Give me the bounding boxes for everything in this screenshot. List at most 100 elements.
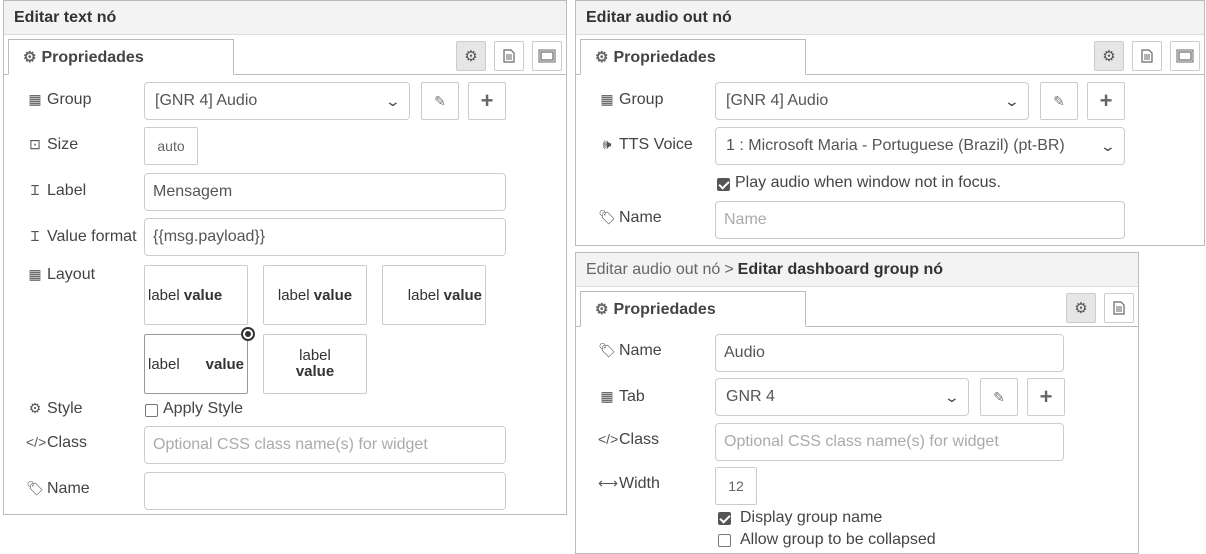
label-label: Ɪ Label bbox=[26, 181, 86, 200]
group-select[interactable]: [GNR 4] Audio ⌄ bbox=[715, 82, 1029, 120]
group-label: ▦ Group bbox=[26, 91, 91, 109]
plus-icon: + bbox=[1039, 384, 1053, 409]
edit-group-button[interactable]: ✎ bbox=[1040, 82, 1078, 120]
class-input[interactable]: Optional CSS class name(s) for widget bbox=[144, 426, 506, 464]
tab-properties[interactable]: ⚙ Propriedades bbox=[580, 291, 806, 327]
pencil-icon: ✎ bbox=[1053, 92, 1065, 109]
grid-icon: ▦ bbox=[28, 266, 42, 282]
size-label: ⊡ Size bbox=[26, 136, 78, 154]
panel-title: Editar dashboard group nó bbox=[737, 261, 944, 278]
layout-option-row-center[interactable]: label value bbox=[263, 265, 367, 325]
panel-title: Editar text nó bbox=[4, 1, 566, 35]
group-label: ▦ Group bbox=[598, 91, 663, 109]
document-icon bbox=[1141, 49, 1153, 63]
tab-label: Propriedades bbox=[613, 49, 716, 66]
apply-style-label: Apply Style bbox=[163, 400, 244, 417]
tab-label: ▦ Tab bbox=[598, 388, 644, 406]
description-tab-button[interactable] bbox=[494, 41, 524, 71]
value-format-label: Ɪ Value format bbox=[26, 227, 136, 246]
layout-option-row-right[interactable]: label value bbox=[382, 265, 486, 325]
tab-label: Propriedades bbox=[41, 49, 144, 66]
breadcrumb-parent[interactable]: Editar audio out nó bbox=[586, 261, 720, 278]
tab-properties[interactable]: ⚙ Propriedades bbox=[8, 39, 234, 75]
description-tab-button[interactable] bbox=[1104, 293, 1134, 323]
pencil-icon: ✎ bbox=[434, 92, 446, 109]
resize-icon: ⊡ bbox=[29, 136, 41, 152]
table-icon: ▦ bbox=[600, 91, 614, 107]
tts-voice-select[interactable]: 1 : Microsoft Maria - Portuguese (Brazil… bbox=[715, 127, 1125, 165]
plus-icon: + bbox=[480, 88, 494, 113]
audio-out-edit-panel: Editar audio out nó ⚙ Propriedades ⚙ ▦ Gro… bbox=[575, 0, 1205, 246]
width-label: ⟷Width bbox=[598, 475, 660, 492]
class-label: </>Class bbox=[598, 431, 660, 448]
gear-icon: ⚙ bbox=[464, 48, 478, 65]
name-label: 🏷 Name bbox=[598, 342, 662, 359]
apply-style-checkbox[interactable] bbox=[145, 404, 158, 417]
properties-tab-button[interactable]: ⚙ bbox=[456, 41, 486, 71]
layout-option-row-justify[interactable]: label value bbox=[144, 327, 255, 394]
panel-title: Editar audio out nó bbox=[576, 1, 1204, 35]
table-icon: ▦ bbox=[600, 388, 614, 404]
chevron-down-icon: ⌄ bbox=[1099, 137, 1117, 154]
voice-icon: 🕪 bbox=[602, 136, 612, 152]
label-input[interactable]: Mensagem bbox=[144, 173, 506, 211]
add-tab-button[interactable]: + bbox=[1027, 378, 1065, 416]
name-label: 🏷 Name bbox=[26, 480, 90, 497]
name-input[interactable]: Name bbox=[715, 201, 1125, 239]
chevron-down-icon: ⌄ bbox=[943, 388, 961, 405]
plus-icon: + bbox=[1099, 88, 1113, 113]
class-input[interactable]: Optional CSS class name(s) for widget bbox=[715, 423, 1064, 461]
width-button[interactable]: 12 bbox=[715, 467, 757, 505]
allow-collapse-label: Allow group to be collapsed bbox=[740, 531, 936, 548]
properties-tab-button[interactable]: ⚙ bbox=[1094, 41, 1124, 71]
tag-icon: 🏷 bbox=[598, 209, 616, 225]
layout-option-column[interactable]: label value bbox=[263, 334, 367, 394]
tab-label: Propriedades bbox=[613, 301, 716, 318]
layout-option-row-spread[interactable]: label value bbox=[144, 265, 248, 325]
edit-tab-button[interactable]: ✎ bbox=[980, 378, 1018, 416]
frame-icon bbox=[1176, 49, 1194, 63]
gear-icon: ⚙ bbox=[1102, 48, 1116, 65]
document-icon bbox=[503, 49, 515, 63]
value-format-input[interactable]: {{msg.payload}} bbox=[144, 218, 506, 256]
play-audio-label: Play audio when window not in focus. bbox=[735, 174, 1001, 191]
edit-group-button[interactable]: ✎ bbox=[421, 82, 459, 120]
properties-tab-button[interactable]: ⚙ bbox=[1066, 293, 1096, 323]
name-input[interactable]: Audio bbox=[715, 334, 1064, 372]
gear-icon: ⚙ bbox=[1074, 300, 1088, 317]
text-node-edit-panel: Editar text nó ⚙ Propriedades ⚙ ▦ Group [G… bbox=[3, 0, 567, 515]
style-label: ⚙ Style bbox=[26, 400, 83, 418]
tts-voice-label: 🕪 TTS Voice bbox=[598, 136, 693, 154]
group-select[interactable]: [GNR 4] Audio ⌄ bbox=[144, 82, 410, 120]
appearance-tab-button[interactable] bbox=[1170, 41, 1200, 71]
name-label: 🏷 Name bbox=[598, 209, 662, 226]
display-group-name-label: Display group name bbox=[740, 509, 883, 526]
code-icon: </> bbox=[598, 431, 619, 447]
horizontal-arrows-icon: ⟷ bbox=[598, 475, 619, 491]
chevron-down-icon: ⌄ bbox=[384, 92, 402, 109]
name-input[interactable] bbox=[144, 472, 506, 510]
description-tab-button[interactable] bbox=[1132, 41, 1162, 71]
class-label: </>Class bbox=[26, 434, 88, 451]
play-audio-checkbox[interactable] bbox=[717, 178, 730, 191]
display-group-name-checkbox[interactable] bbox=[718, 512, 731, 525]
chevron-down-icon: ⌄ bbox=[1003, 92, 1021, 109]
gear-icon: ⚙ bbox=[595, 49, 609, 66]
gear-icon: ⚙ bbox=[595, 301, 609, 318]
add-group-button[interactable]: + bbox=[468, 82, 506, 120]
code-icon: </> bbox=[26, 434, 47, 450]
dashboard-group-edit-panel: Editar audio out nó > Editar dashboard gro… bbox=[575, 252, 1139, 554]
table-icon: ▦ bbox=[28, 91, 42, 107]
appearance-tab-button[interactable] bbox=[532, 41, 562, 71]
size-button[interactable]: auto bbox=[144, 127, 198, 165]
add-group-button[interactable]: + bbox=[1087, 82, 1125, 120]
layout-label: ▦ Layout bbox=[26, 266, 95, 284]
allow-collapse-checkbox[interactable] bbox=[718, 534, 731, 547]
text-cursor-icon: Ɪ bbox=[31, 182, 39, 198]
tab-properties[interactable]: ⚙ Propriedades bbox=[580, 39, 806, 75]
gear-icon: ⚙ bbox=[23, 49, 37, 66]
panel-header: Editar audio out nó > Editar dashboard gro… bbox=[576, 253, 1138, 287]
tab-select[interactable]: GNR 4 ⌄ bbox=[715, 378, 969, 416]
document-icon bbox=[1113, 301, 1125, 315]
frame-icon bbox=[538, 49, 556, 63]
